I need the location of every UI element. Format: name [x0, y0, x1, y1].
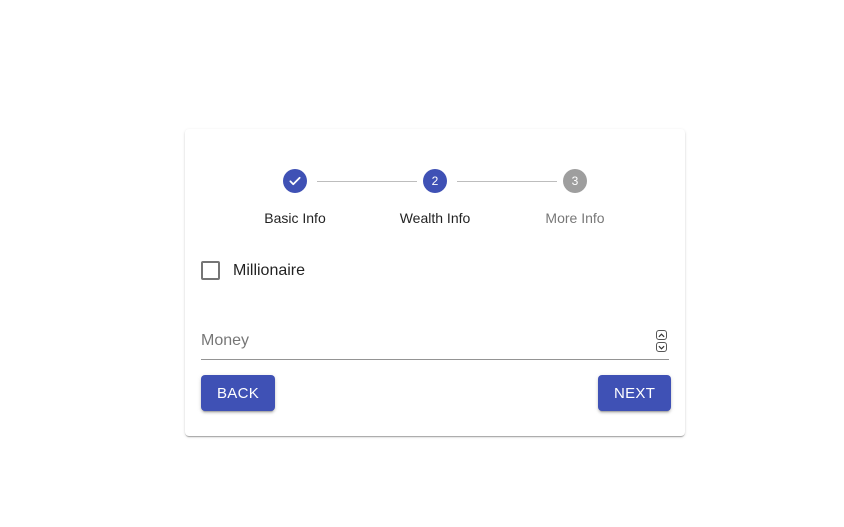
stepper: Basic Info 2 Wealth Info 3 More Info	[185, 129, 685, 239]
money-input[interactable]	[201, 327, 641, 355]
step-number-circle: 2	[423, 169, 447, 193]
millionaire-checkbox-row[interactable]: Millionaire	[201, 261, 305, 280]
money-field	[201, 327, 669, 360]
millionaire-checkbox[interactable]	[201, 261, 220, 280]
millionaire-label[interactable]: Millionaire	[233, 262, 305, 280]
stepper-card: Basic Info 2 Wealth Info 3 More Info Mil…	[185, 129, 685, 436]
chevron-up-icon	[658, 332, 665, 337]
step-more-info[interactable]: 3 More Info	[515, 169, 635, 226]
step-completed-circle	[283, 169, 307, 193]
back-button[interactable]: BACK	[201, 375, 276, 411]
step-label: More Info	[545, 210, 605, 226]
chevron-down-icon	[658, 345, 665, 350]
next-button[interactable]: NEXT	[598, 375, 672, 411]
spin-up-button[interactable]	[656, 330, 667, 340]
check-icon	[289, 176, 301, 186]
spin-down-button[interactable]	[656, 342, 667, 352]
step-wealth-info[interactable]: 2 Wealth Info	[375, 169, 495, 226]
step-basic-info[interactable]: Basic Info	[235, 169, 355, 226]
number-spinner[interactable]	[656, 330, 668, 354]
step-label: Basic Info	[264, 210, 326, 226]
step-label: Wealth Info	[399, 210, 471, 226]
step-number-circle: 3	[563, 169, 587, 193]
